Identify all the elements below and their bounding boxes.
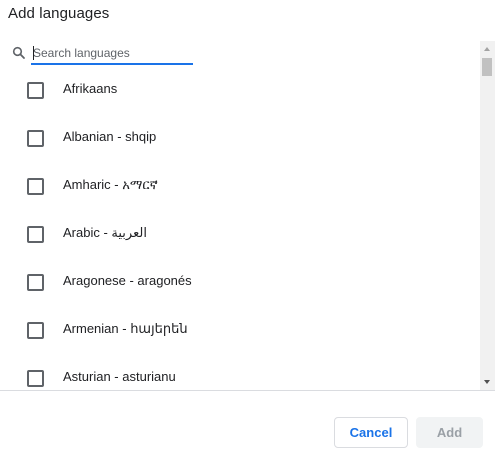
- language-label: Arabic - العربية: [63, 225, 147, 240]
- chevron-up-icon[interactable]: [484, 47, 490, 51]
- list-item[interactable]: Arabic - العربية: [0, 210, 480, 258]
- footer-divider: [0, 390, 495, 391]
- language-list: Afrikaans Albanian - shqip Amharic - አማር…: [0, 66, 495, 390]
- checkbox-unchecked-icon[interactable]: [27, 82, 44, 99]
- language-label: Afrikaans: [63, 81, 118, 96]
- list-item[interactable]: Asturian - asturianu: [0, 354, 480, 390]
- language-label: Armenian - հայերեն: [63, 321, 188, 336]
- list-item[interactable]: Amharic - አማርኛ: [0, 162, 480, 210]
- search-input[interactable]: [31, 43, 193, 65]
- language-label: Albanian - shqip: [63, 129, 157, 144]
- add-button[interactable]: Add: [416, 417, 483, 448]
- cancel-button[interactable]: Cancel: [334, 417, 408, 448]
- checkbox-unchecked-icon[interactable]: [27, 226, 44, 243]
- list-item[interactable]: Aragonese - aragonés: [0, 258, 480, 306]
- language-label: Aragonese - aragonés: [63, 273, 192, 288]
- checkbox-unchecked-icon[interactable]: [27, 322, 44, 339]
- list-item[interactable]: Albanian - shqip: [0, 114, 480, 162]
- checkbox-unchecked-icon[interactable]: [27, 370, 44, 387]
- chevron-down-icon[interactable]: [484, 380, 490, 384]
- scrollbar-thumb[interactable]: [482, 58, 492, 76]
- checkbox-unchecked-icon[interactable]: [27, 274, 44, 291]
- language-label: Asturian - asturianu: [63, 369, 176, 384]
- checkbox-unchecked-icon[interactable]: [27, 178, 44, 195]
- add-languages-dialog: Add languages Afrikaans Albanian - shqip…: [0, 0, 495, 455]
- search-row: [12, 43, 193, 65]
- language-label: Amharic - አማርኛ: [63, 177, 158, 192]
- list-scrollbar[interactable]: [480, 41, 495, 390]
- text-cursor: [33, 46, 34, 60]
- list-item[interactable]: Armenian - հայերեն: [0, 306, 480, 354]
- checkbox-unchecked-icon[interactable]: [27, 130, 44, 147]
- list-item[interactable]: Afrikaans: [0, 66, 480, 114]
- dialog-title: Add languages: [8, 5, 110, 22]
- search-icon: [12, 46, 26, 60]
